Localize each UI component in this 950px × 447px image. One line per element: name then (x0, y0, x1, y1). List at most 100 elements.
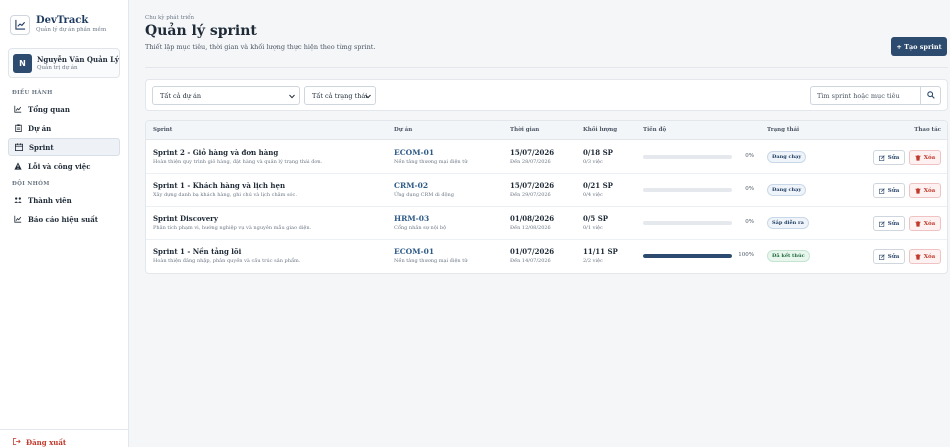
edit-icon (878, 253, 885, 260)
edit-label: Sửa (887, 253, 900, 260)
sprint-end-date: Đến 28/07/2026 (510, 159, 551, 165)
sidebar-item-label: Lỗi và công việc (28, 161, 91, 171)
project-name: Ứng dụng CRM di động (394, 192, 454, 198)
sidebar-item-sprint[interactable]: Sprint (8, 138, 120, 156)
column-status: Trạng thái (767, 127, 800, 133)
status-badge: Đang chạy (767, 184, 807, 196)
sidebar-item-projects[interactable]: Dự án (8, 119, 120, 137)
sidebar-item-members[interactable]: Thành viên (8, 191, 120, 209)
chart-line-icon (14, 105, 22, 113)
progress-bar-fill (643, 254, 732, 258)
sprint-end-date: Đến 14/07/2026 (510, 258, 551, 264)
table-row: Sprint 2 - Giỏ hàng và đơn hàng Hoàn thi… (146, 141, 947, 174)
edit-icon (878, 220, 885, 227)
logout-button[interactable]: Đăng xuất (0, 429, 129, 447)
users-icon (14, 196, 22, 204)
project-code-link[interactable]: CRM-02 (394, 181, 454, 190)
sidebar-item-issues[interactable]: Lỗi và công việc (8, 157, 120, 175)
table-row: Sprint 1 - Khách hàng và lịch hẹn Xây dự… (146, 174, 947, 207)
edit-icon (878, 154, 885, 161)
status-select-value: Tất cả trạng thái (312, 91, 368, 100)
status-select[interactable]: Tất cả trạng thái (304, 86, 376, 105)
edit-button[interactable]: Sửa (873, 183, 905, 198)
page-subtitle: Thiết lập mục tiêu, thời gian và khối lư… (145, 43, 376, 51)
edit-button[interactable]: Sửa (873, 216, 905, 231)
user-name: Nguyễn Văn Quản Lý (37, 54, 119, 64)
project-name: Nền tảng thương mại điện tử (394, 159, 468, 165)
edit-label: Sửa (887, 187, 900, 194)
sidebar-item-label: Thành viên (28, 195, 72, 205)
delete-label: Xóa (923, 154, 936, 161)
clipboard-icon (14, 124, 22, 132)
progress-bar (643, 188, 732, 192)
sprint-start-date: 15/07/2026 (510, 181, 555, 190)
column-sprint: Sprint (153, 127, 173, 133)
sprint-name[interactable]: Sprint 2 - Giỏ hàng và đơn hàng (153, 148, 322, 157)
page-title: Quản lý sprint (145, 23, 257, 39)
sidebar-item-label: Dự án (28, 123, 52, 133)
status-badge: Đã kết thúc (767, 250, 810, 262)
sidebar-item-overview[interactable]: Tổng quan (8, 100, 120, 118)
status-badge: Sắp diễn ra (767, 217, 809, 229)
header-divider (145, 67, 948, 68)
user-card[interactable]: N Nguyễn Văn Quản Lý Quản trị dự án (8, 48, 120, 78)
sprint-name[interactable]: Sprint 1 - Nền tảng lõi (153, 247, 300, 256)
brand[interactable]: DevTrack Quản lý dự án phần mềm (0, 0, 128, 40)
chart-line-icon (10, 14, 30, 35)
delete-button[interactable]: Xóa (909, 150, 941, 165)
project-select-value: Tất cả dự án (160, 91, 202, 100)
nav-section-operate: ĐIỀU HÀNH (12, 90, 53, 96)
create-sprint-button[interactable]: + Tạo sprint (891, 37, 947, 56)
page-header: Chu kỳ phát triển Quản lý sprint Thiết l… (145, 14, 376, 52)
column-progress: Tiến độ (643, 127, 667, 133)
sprint-start-date: 01/07/2026 (510, 247, 555, 256)
brand-subtitle: Quản lý dự án phần mềm (36, 27, 107, 33)
delete-button[interactable]: Xóa (909, 183, 941, 198)
logout-label: Đăng xuất (26, 438, 67, 447)
delete-button[interactable]: Xóa (909, 216, 941, 231)
sidebar-item-label: Sprint (29, 142, 54, 152)
sidebar: DevTrack Quản lý dự án phần mềm N Nguyễn… (0, 0, 129, 447)
task-count: 0/3 việc (583, 159, 603, 165)
search-input[interactable] (811, 87, 921, 104)
avatar: N (13, 53, 32, 73)
sprint-description: Phân tích phạm vi, hướng nghiệp vụ và ng… (153, 225, 312, 231)
trash-icon (915, 187, 921, 194)
sprint-start-date: 15/07/2026 (510, 148, 555, 157)
story-points: 0/18 SP (583, 148, 613, 157)
sprint-name[interactable]: Sprint Discovery (153, 214, 311, 223)
progress-percent: 0% (745, 219, 754, 225)
task-count: 2/2 việc (583, 258, 603, 264)
column-project: Dự án (394, 127, 413, 133)
trash-icon (915, 253, 921, 260)
trash-icon (915, 220, 921, 227)
chevron-down-icon (289, 93, 295, 101)
chart-line-icon (14, 215, 22, 223)
edit-button[interactable]: Sửa (873, 150, 905, 165)
project-name: Cổng nhân sự nội bộ (394, 225, 447, 231)
project-code-link[interactable]: ECOM-01 (394, 148, 467, 157)
project-select[interactable]: Tất cả dự án (152, 86, 300, 105)
edit-label: Sửa (887, 154, 900, 161)
project-code-link[interactable]: ECOM-01 (394, 247, 467, 256)
logout-icon (13, 438, 21, 447)
search-button[interactable] (920, 87, 940, 104)
delete-label: Xóa (923, 187, 936, 194)
story-points: 11/11 SP (583, 247, 618, 256)
progress-bar (643, 221, 732, 225)
edit-button[interactable]: Sửa (873, 249, 905, 264)
progress-bar (643, 254, 732, 258)
chevron-down-icon (365, 93, 371, 101)
delete-button[interactable]: Xóa (909, 249, 941, 264)
column-time: Thời gian (510, 127, 540, 133)
edit-icon (878, 187, 885, 194)
sprint-end-date: Đến 12/08/2026 (510, 225, 551, 231)
project-code-link[interactable]: HRM-03 (394, 214, 446, 223)
sidebar-item-reports[interactable]: Báo cáo hiệu suất (8, 210, 120, 228)
sprint-name[interactable]: Sprint 1 - Khách hàng và lịch hẹn (153, 181, 297, 190)
progress-percent: 0% (745, 153, 754, 159)
sidebar-item-label: Báo cáo hiệu suất (28, 214, 98, 224)
sprint-description: Xây dựng danh bạ khách hàng, ghi chú và … (153, 192, 297, 198)
delete-label: Xóa (923, 220, 936, 227)
task-count: 0/1 việc (583, 225, 603, 231)
